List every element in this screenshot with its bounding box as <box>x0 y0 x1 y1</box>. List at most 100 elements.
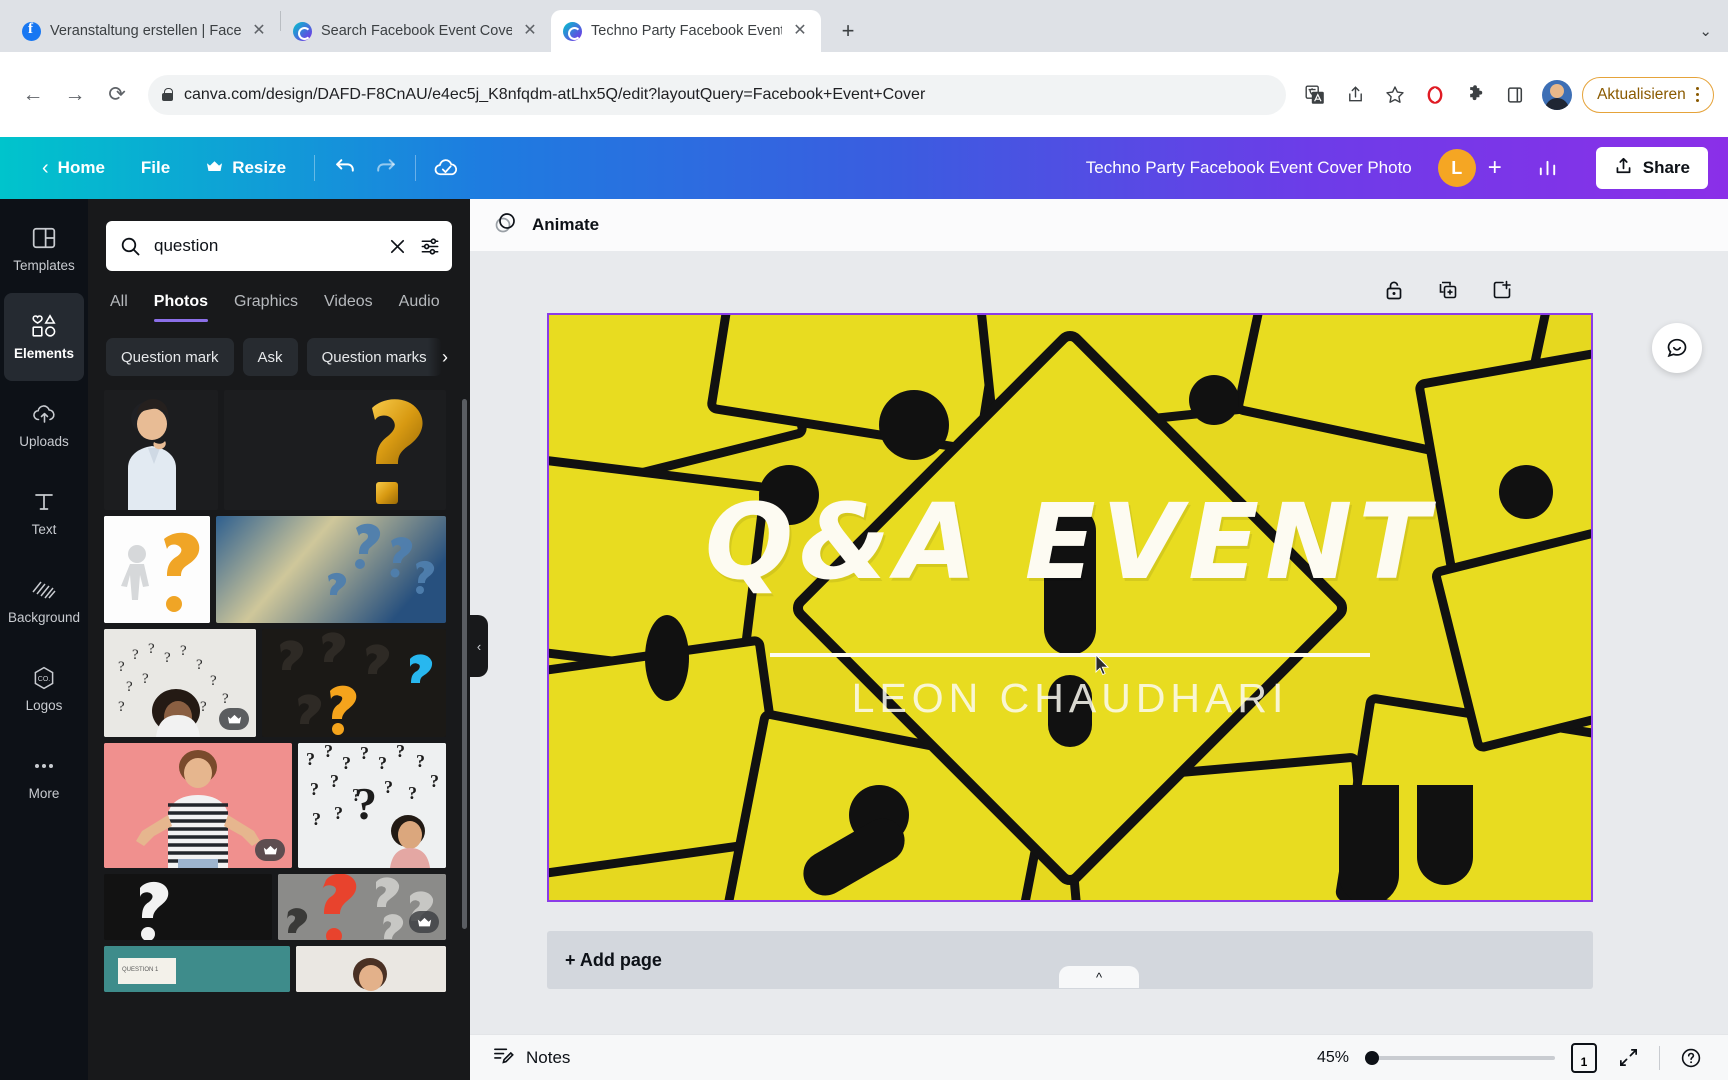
browser-tab-3-active[interactable]: Techno Party Facebook Event C ✕ <box>551 10 821 52</box>
logos-hex-icon: CO. <box>31 665 57 691</box>
zoom-slider-knob[interactable] <box>1365 1050 1379 1065</box>
new-tab-button[interactable]: + <box>831 14 865 48</box>
list-item[interactable] <box>278 874 446 940</box>
chip-ask[interactable]: Ask <box>242 338 298 376</box>
home-button[interactable]: ‹ Home <box>24 148 123 188</box>
pro-crown-badge <box>219 708 249 730</box>
add-page-icon[interactable] <box>1488 276 1516 304</box>
sidebar-item-more[interactable]: More <box>0 733 88 821</box>
zoom-slider[interactable] <box>1365 1050 1555 1065</box>
toolbar-divider-2 <box>415 155 417 181</box>
sidebar-label: Logos <box>25 698 63 713</box>
list-item[interactable]: QUESTION 1 <box>104 946 290 992</box>
resize-button[interactable]: Resize <box>188 148 304 188</box>
tab-photos[interactable]: Photos <box>153 293 209 322</box>
design-title-text[interactable]: Q&A EVENT <box>549 490 1591 594</box>
tab-all[interactable]: All <box>110 293 128 322</box>
insights-icon[interactable] <box>1528 148 1568 188</box>
canvas-tools <box>1380 276 1516 304</box>
undo-icon[interactable] <box>325 148 365 188</box>
pro-crown-badge <box>255 839 285 861</box>
svg-text:?: ? <box>200 699 207 715</box>
sidebar-item-text[interactable]: Text <box>0 469 88 557</box>
sidebar-item-elements[interactable]: Elements <box>4 293 84 381</box>
close-icon[interactable]: ✕ <box>521 23 539 39</box>
forward-button[interactable]: → <box>56 76 94 114</box>
collaborators: L + <box>1437 149 1514 187</box>
share-button[interactable]: Share <box>1595 147 1708 189</box>
opera-extension-icon[interactable] <box>1418 78 1452 112</box>
back-button[interactable]: ← <box>14 76 52 114</box>
list-item[interactable]: ??? ??? ??? ??? <box>104 629 256 737</box>
design-subtitle-text[interactable]: LEON CHAUDHARI <box>549 675 1591 722</box>
notes-button[interactable]: Notes <box>492 1044 570 1072</box>
list-item[interactable] <box>224 390 446 510</box>
sidebar-item-logos[interactable]: CO. Logos <box>0 645 88 733</box>
bookmark-star-icon[interactable] <box>1378 78 1412 112</box>
browser-menu-icon[interactable] <box>1695 87 1699 102</box>
close-icon[interactable]: ✕ <box>791 23 809 39</box>
invite-button[interactable]: + <box>1476 149 1514 187</box>
filter-sliders-icon[interactable] <box>420 236 441 257</box>
list-item[interactable] <box>104 874 272 940</box>
document-title[interactable]: Techno Party Facebook Event Cover Photo <box>1086 158 1412 178</box>
sidepanel-icon[interactable] <box>1498 78 1532 112</box>
browser-tab-2[interactable]: Search Facebook Event Cover ✕ <box>281 10 551 52</box>
chip-question-marks[interactable]: Question marks <box>306 338 442 376</box>
list-item[interactable] <box>104 516 210 623</box>
svg-text:?: ? <box>148 641 155 657</box>
duplicate-icon[interactable] <box>1434 276 1462 304</box>
chevron-down-icon[interactable]: ⌄ <box>1699 22 1712 40</box>
avatar[interactable] <box>1542 79 1573 110</box>
tab-audio[interactable]: Audio <box>399 293 440 322</box>
animate-label[interactable]: Animate <box>532 215 599 235</box>
design-canvas[interactable]: Q&A EVENT LEON CHAUDHARI <box>547 313 1593 902</box>
list-item[interactable] <box>216 516 446 623</box>
notes-expand-handle[interactable]: ^ <box>1059 966 1139 988</box>
sidebar-item-uploads[interactable]: Uploads <box>0 381 88 469</box>
reload-button[interactable]: ⟳ <box>98 76 136 114</box>
search-box[interactable] <box>106 221 452 271</box>
list-item[interactable]: ??? ???? ??? ??? ?? ? <box>298 743 446 868</box>
page-count-button[interactable]: 1 <box>1571 1042 1597 1073</box>
panel-collapse-button[interactable]: ‹ <box>470 615 488 677</box>
list-item[interactable] <box>104 390 218 510</box>
notes-label: Notes <box>526 1047 571 1067</box>
cloud-check-icon[interactable] <box>426 148 466 188</box>
translate-icon[interactable] <box>1298 78 1332 112</box>
user-avatar[interactable]: L <box>1437 149 1476 187</box>
more-dots-icon <box>31 753 57 779</box>
puzzle-extension-icon[interactable] <box>1458 78 1492 112</box>
list-item[interactable] <box>262 629 446 737</box>
animate-bar: Animate <box>470 199 1728 251</box>
search-input[interactable] <box>154 236 375 256</box>
update-label: Aktualisieren <box>1597 85 1686 103</box>
tab-graphics[interactable]: Graphics <box>234 293 298 322</box>
file-button[interactable]: File <box>123 148 188 188</box>
close-icon[interactable]: ✕ <box>250 23 268 39</box>
unlock-icon[interactable] <box>1380 276 1408 304</box>
design-divider-line[interactable] <box>770 653 1370 657</box>
chevron-right-icon[interactable]: › <box>428 338 462 376</box>
url-text: canva.com/design/DAFD-F8CnAU/e4ec5j_K8nf… <box>184 85 926 103</box>
tab-videos[interactable]: Videos <box>324 293 373 322</box>
panel-scrollbar[interactable] <box>462 399 467 929</box>
sidebar-item-templates[interactable]: Templates <box>0 205 88 293</box>
browser-tab-1[interactable]: Veranstaltung erstellen | Faceb ✕ <box>10 10 280 52</box>
list-item[interactable] <box>296 946 446 992</box>
chip-question-mark[interactable]: Question mark <box>106 338 234 376</box>
close-icon[interactable] <box>388 237 407 256</box>
sidebar-item-background[interactable]: Background <box>0 557 88 645</box>
share-icon[interactable] <box>1338 78 1372 112</box>
redo-icon[interactable] <box>365 148 405 188</box>
list-item[interactable] <box>104 743 292 868</box>
svg-text:?: ? <box>416 751 425 771</box>
comment-icon[interactable] <box>1652 323 1702 373</box>
address-bar[interactable]: canva.com/design/DAFD-F8CnAU/e4ec5j_K8nf… <box>148 74 1287 115</box>
update-button[interactable]: Aktualisieren <box>1582 76 1714 113</box>
fullscreen-icon[interactable] <box>1613 1043 1643 1073</box>
tab-title: Search Facebook Event Cover <box>321 23 512 39</box>
help-icon[interactable] <box>1676 1043 1706 1073</box>
svg-text:?: ? <box>330 771 339 791</box>
sidebar-label: Elements <box>13 346 75 361</box>
